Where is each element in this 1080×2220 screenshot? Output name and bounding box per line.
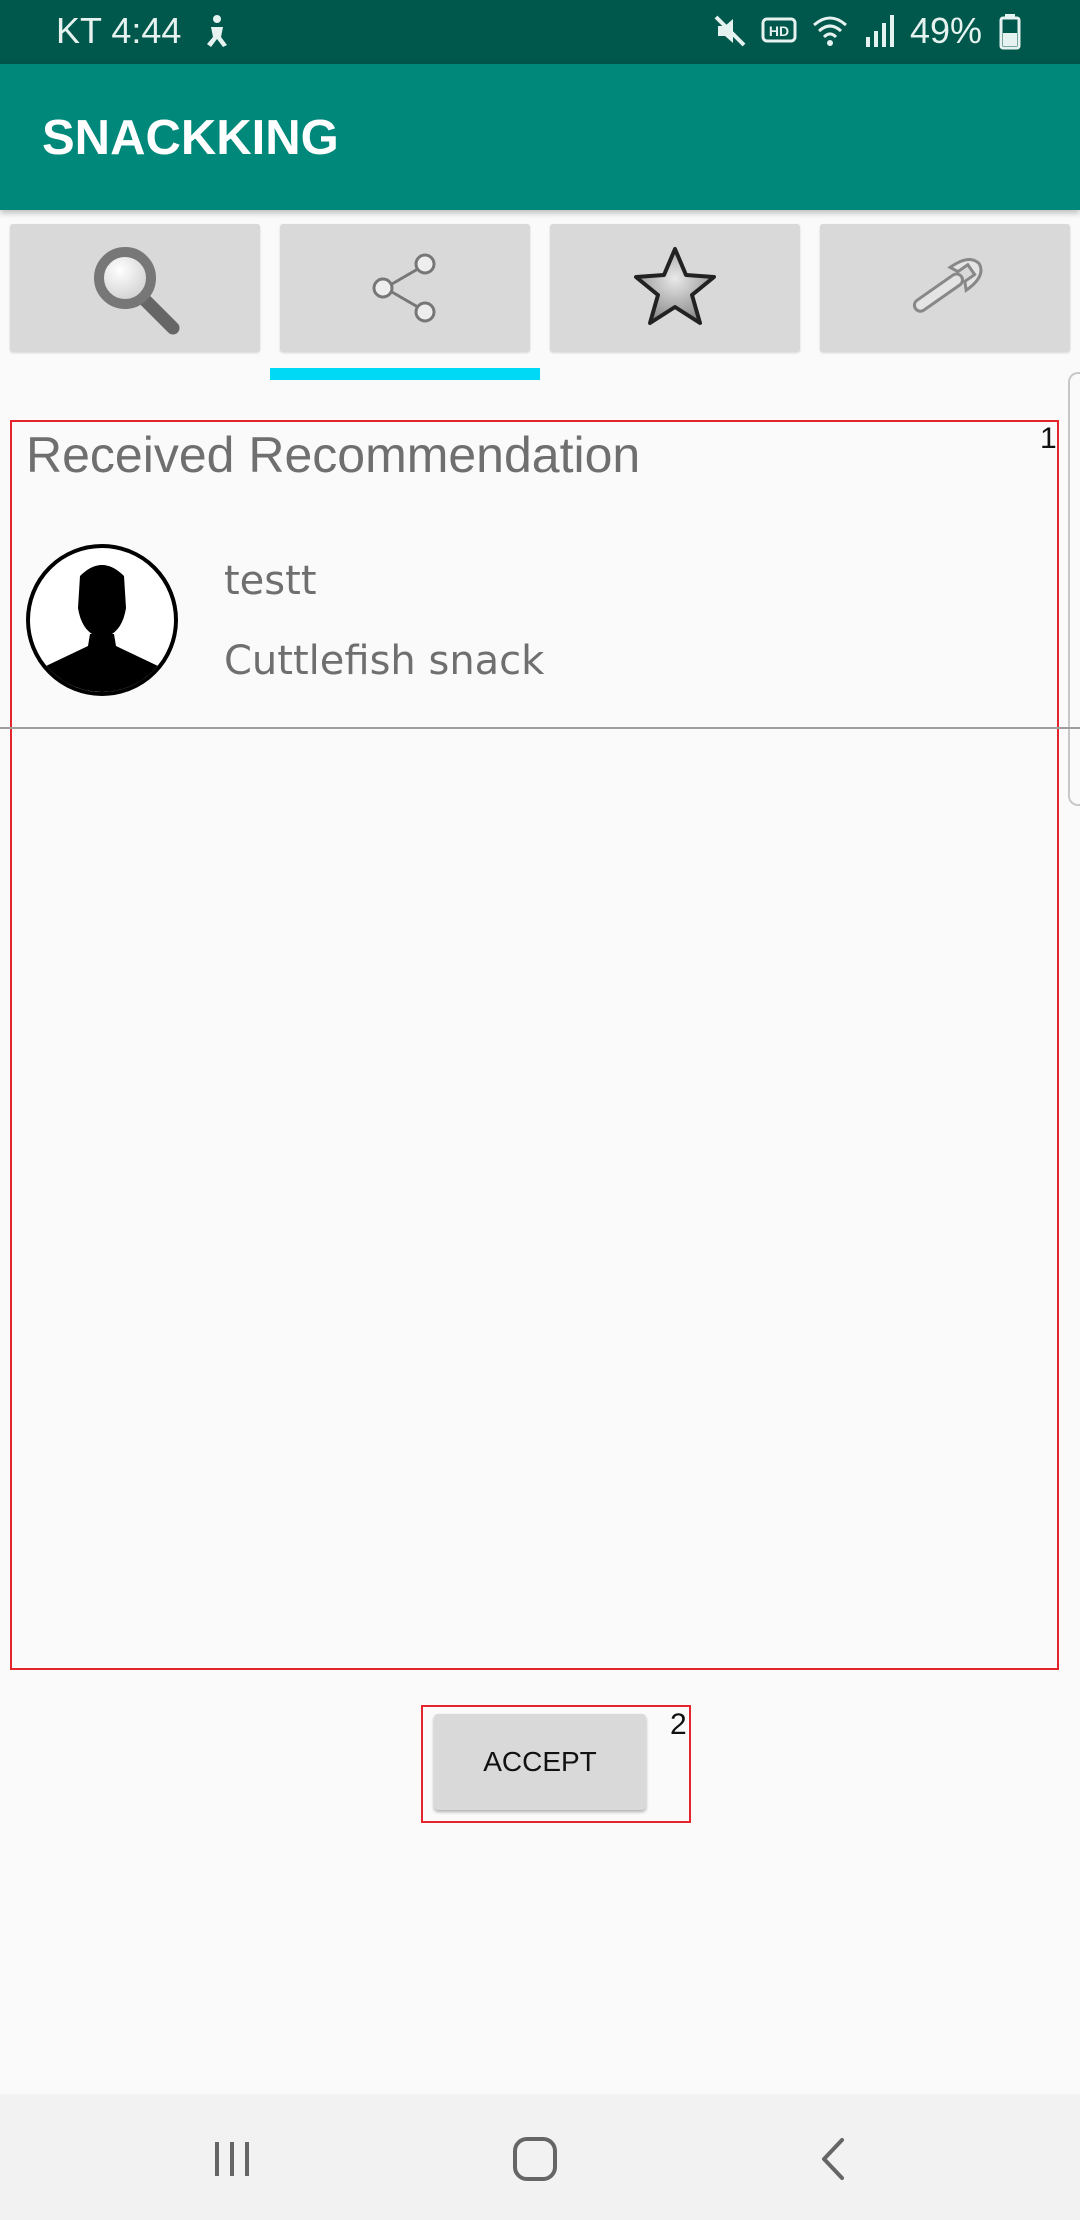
wifi-icon [812,16,847,46]
signal-icon [865,15,894,47]
share-icon [372,253,436,323]
status-left: KT 4:44 [56,10,237,52]
svg-text:HD: HD [769,23,789,39]
selected-tab-indicator [270,368,540,380]
home-button[interactable] [500,2124,570,2194]
person-icon [38,565,166,692]
battery-percent: 49% [909,10,982,51]
recent-apps-button[interactable] [197,2124,267,2194]
avatar [26,544,178,696]
accept-button[interactable]: ACCEPT [434,1714,646,1810]
tab-favorites[interactable] [550,224,800,352]
recent-apps-icon [215,2142,249,2176]
battery-icon [999,14,1021,50]
home-icon [513,2137,557,2181]
status-bar: KT 4:44 HD 49% [0,0,1080,64]
wrench-icon [912,258,983,313]
nav-bar [0,2094,1080,2220]
list-divider [0,727,1080,729]
status-right: HD 49% [710,10,1032,52]
region-marker-1: 1 [1040,422,1057,455]
back-button[interactable] [800,2124,870,2194]
tab-search[interactable] [10,224,260,352]
star-icon [634,247,716,325]
section-title: Received Recommendation [26,427,641,483]
region-marker-2: 2 [670,1708,687,1741]
recommended-snack: Cuttlefish snack [224,638,545,684]
accessibility-icon [207,15,228,47]
back-icon [822,2138,844,2180]
app-title: SNACKKING [42,111,339,165]
carrier-time: KT 4:44 [56,10,182,51]
scrollbar[interactable] [1068,372,1080,806]
app-bar: SNACKKING [0,64,1080,210]
mute-icon [714,15,746,47]
hd-icon: HD [761,17,797,43]
tab-share[interactable] [280,224,530,352]
search-icon [94,247,180,335]
recommender-name: testt [224,558,317,604]
tab-settings[interactable] [820,224,1070,352]
